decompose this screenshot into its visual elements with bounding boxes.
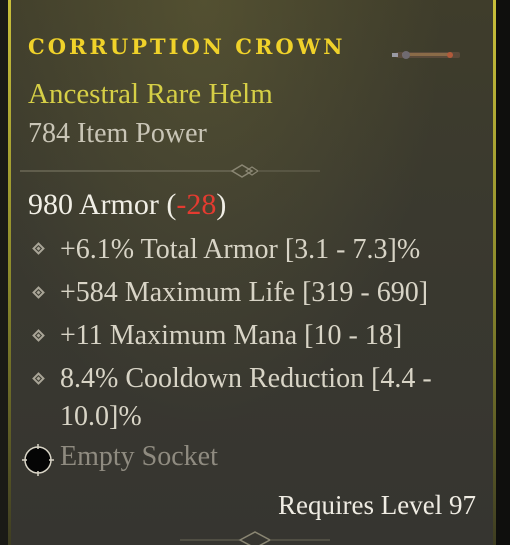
frame-outer-right xyxy=(496,0,510,545)
affix-line: +11 Maximum Mana [10 - 18] xyxy=(60,320,403,351)
item-name: CORRUPTION CROWN xyxy=(28,34,346,59)
affix-line-continued: 10.0]% xyxy=(60,401,142,432)
empty-socket-icon xyxy=(22,444,54,476)
weapon-icon xyxy=(392,51,460,59)
armor-suffix: ) xyxy=(216,188,227,221)
diamond-bullet-icon xyxy=(32,329,45,342)
bottom-ornament xyxy=(180,531,330,545)
frame-outer-left xyxy=(0,0,8,545)
item-power: 784 Item Power xyxy=(28,118,207,149)
affix-line: +584 Maximum Life [319 - 690] xyxy=(60,277,429,308)
item-tooltip: CORRUPTION CROWN Ancestral Rare Helm 784… xyxy=(0,0,510,545)
armor-value: 980 Armor ( xyxy=(28,188,177,221)
armor-delta: -28 xyxy=(176,188,217,221)
level-requirement: Requires Level 97 xyxy=(278,490,476,520)
affix-line: +6.1% Total Armor [3.1 - 7.3]% xyxy=(60,234,421,265)
socket-label: Empty Socket xyxy=(60,441,218,472)
item-type: Ancestral Rare Helm xyxy=(28,78,273,110)
diamond-bullet-icon xyxy=(32,286,45,299)
diamond-bullet-icon xyxy=(32,372,45,385)
frame-border-left xyxy=(8,0,11,545)
affix-line: 8.4% Cooldown Reduction [4.4 - xyxy=(60,363,432,394)
armor-stat: 980 Armor (-28) xyxy=(28,188,226,222)
section-divider xyxy=(20,164,320,178)
diamond-bullet-icon xyxy=(32,242,45,255)
